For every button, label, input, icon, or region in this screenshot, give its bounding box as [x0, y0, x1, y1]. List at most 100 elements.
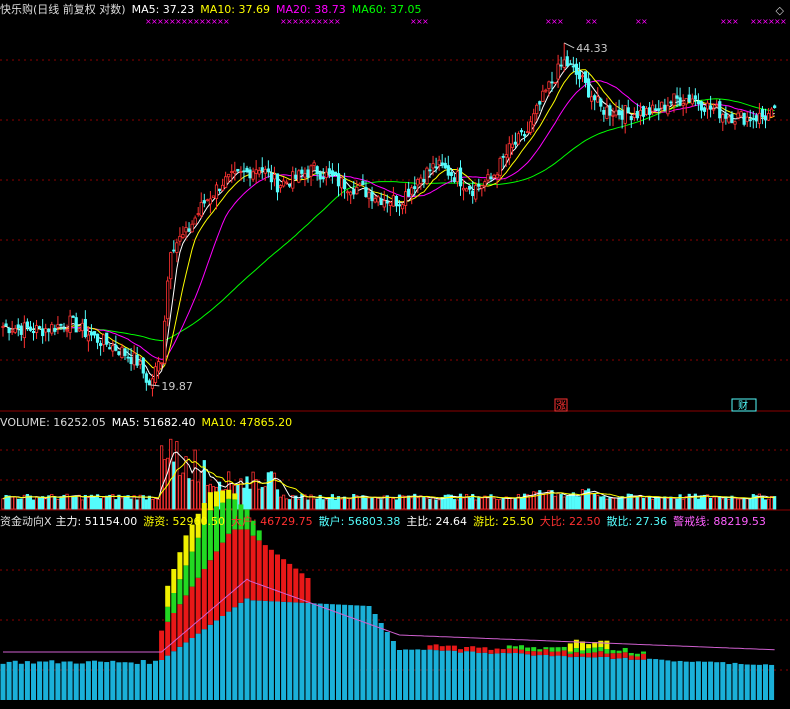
candle-body	[437, 159, 441, 166]
volume-bar	[135, 499, 139, 510]
candle-body	[239, 171, 243, 173]
candle-body	[602, 110, 606, 115]
candle-body	[312, 162, 316, 167]
volume-bar	[321, 499, 325, 510]
volume-bar	[74, 495, 78, 510]
fund-bar-zhuli	[201, 524, 207, 569]
fund-bar-zhuli	[512, 646, 518, 649]
volume-bar	[577, 496, 582, 510]
fund-bar-dahu	[464, 647, 470, 652]
fund-bar-sanhu	[195, 633, 201, 700]
volume-bar	[651, 498, 655, 510]
fund-bar-sanhu	[275, 601, 280, 700]
signal-marker: ×	[780, 17, 787, 26]
fund-bar-sanhu	[49, 660, 55, 700]
candle-body	[190, 223, 194, 233]
fund-bar-dahu	[622, 652, 628, 658]
candle-body	[306, 169, 310, 178]
volume-bar	[312, 498, 316, 510]
vol-ma5-value: MA5: 51682.40	[111, 416, 196, 429]
candle-body	[577, 71, 582, 80]
fund-bar-dahu	[201, 569, 207, 630]
fund-bar-sanhu	[616, 658, 622, 700]
candle-body	[163, 320, 167, 364]
fund-bar-dahu	[628, 655, 634, 660]
candle-body	[635, 110, 640, 119]
volume-bar	[477, 497, 481, 510]
candle-body	[519, 130, 524, 133]
candle-body	[129, 357, 133, 365]
volume-bar	[53, 496, 57, 510]
high-price-label: 44.33	[576, 42, 608, 55]
volume-bar	[315, 498, 319, 510]
fund-bar-dahu	[207, 560, 213, 625]
fund-bar-sanhu	[305, 603, 311, 700]
candle-body	[422, 178, 426, 183]
volume-bar	[416, 497, 420, 510]
candle-body	[352, 189, 356, 195]
volume-bar	[120, 497, 124, 510]
fund-bar-youzi	[226, 489, 232, 499]
volume-bar	[474, 499, 478, 510]
fund-bar-sanhu	[256, 600, 262, 700]
fund-bar-sanhu	[622, 657, 628, 700]
candle-body	[492, 174, 496, 179]
volume-bar	[86, 497, 90, 510]
candle-body	[690, 98, 694, 105]
fund-bar-sanhu	[769, 664, 775, 700]
volume-bar	[721, 498, 725, 510]
volume-bar	[770, 495, 774, 510]
candle-body	[495, 174, 499, 179]
fund-bar-sanhu	[567, 657, 573, 700]
candle-body	[248, 169, 252, 179]
candle-body	[681, 103, 685, 106]
volume-bar	[410, 497, 414, 510]
volume-bar	[352, 494, 356, 510]
fund-bar-sanhu	[506, 653, 512, 700]
fund-bar-sanhu	[647, 658, 653, 700]
volume-bar	[614, 497, 618, 510]
volume-bar	[657, 496, 661, 510]
volume-bar	[419, 495, 423, 510]
volume-bar	[495, 499, 499, 510]
fund-bar-dahu	[476, 647, 482, 654]
fund-bar-sanhu	[92, 660, 97, 700]
fund-bar-sanhu	[37, 661, 43, 700]
candle-body	[742, 112, 746, 125]
volume-bar	[187, 478, 191, 510]
volume-bar	[565, 495, 569, 510]
candle-body	[663, 104, 667, 111]
volume-bar	[38, 497, 42, 510]
candle-body	[4, 323, 8, 327]
volume-bar	[644, 496, 649, 510]
candle-body	[510, 143, 514, 148]
candle-body	[751, 118, 755, 120]
fund-bar-dahu	[519, 649, 524, 654]
fund-bar-sanhu	[384, 632, 390, 700]
volume-bar	[617, 497, 621, 510]
fund-bar-sanhu	[756, 664, 762, 700]
fund-bar-sanhu	[6, 661, 12, 700]
diamond-icon[interactable]: ◇	[776, 4, 784, 17]
volume-bar	[705, 494, 710, 510]
fund-bar-sanhu	[445, 650, 451, 700]
fund-bar-dahu	[195, 577, 201, 634]
candle-body	[65, 329, 69, 332]
volume-bar	[498, 499, 502, 510]
candle-body	[71, 315, 75, 318]
volume-bar	[486, 496, 490, 510]
volume-value: VOLUME: 16252.05	[0, 416, 106, 429]
volume-bar	[196, 481, 200, 510]
candle-body	[766, 113, 771, 121]
fund-bar-sanhu	[512, 652, 518, 700]
candle-body	[623, 105, 627, 124]
candle-body	[538, 101, 542, 105]
candle-body	[300, 169, 304, 174]
candle-body	[644, 108, 649, 115]
candle-body	[141, 357, 145, 374]
volume-bar	[339, 498, 344, 510]
fund-bar-zhuli	[586, 648, 592, 653]
fund-bar-sanhu	[720, 662, 726, 700]
volume-bar	[431, 496, 435, 510]
volume-bar	[516, 494, 521, 510]
